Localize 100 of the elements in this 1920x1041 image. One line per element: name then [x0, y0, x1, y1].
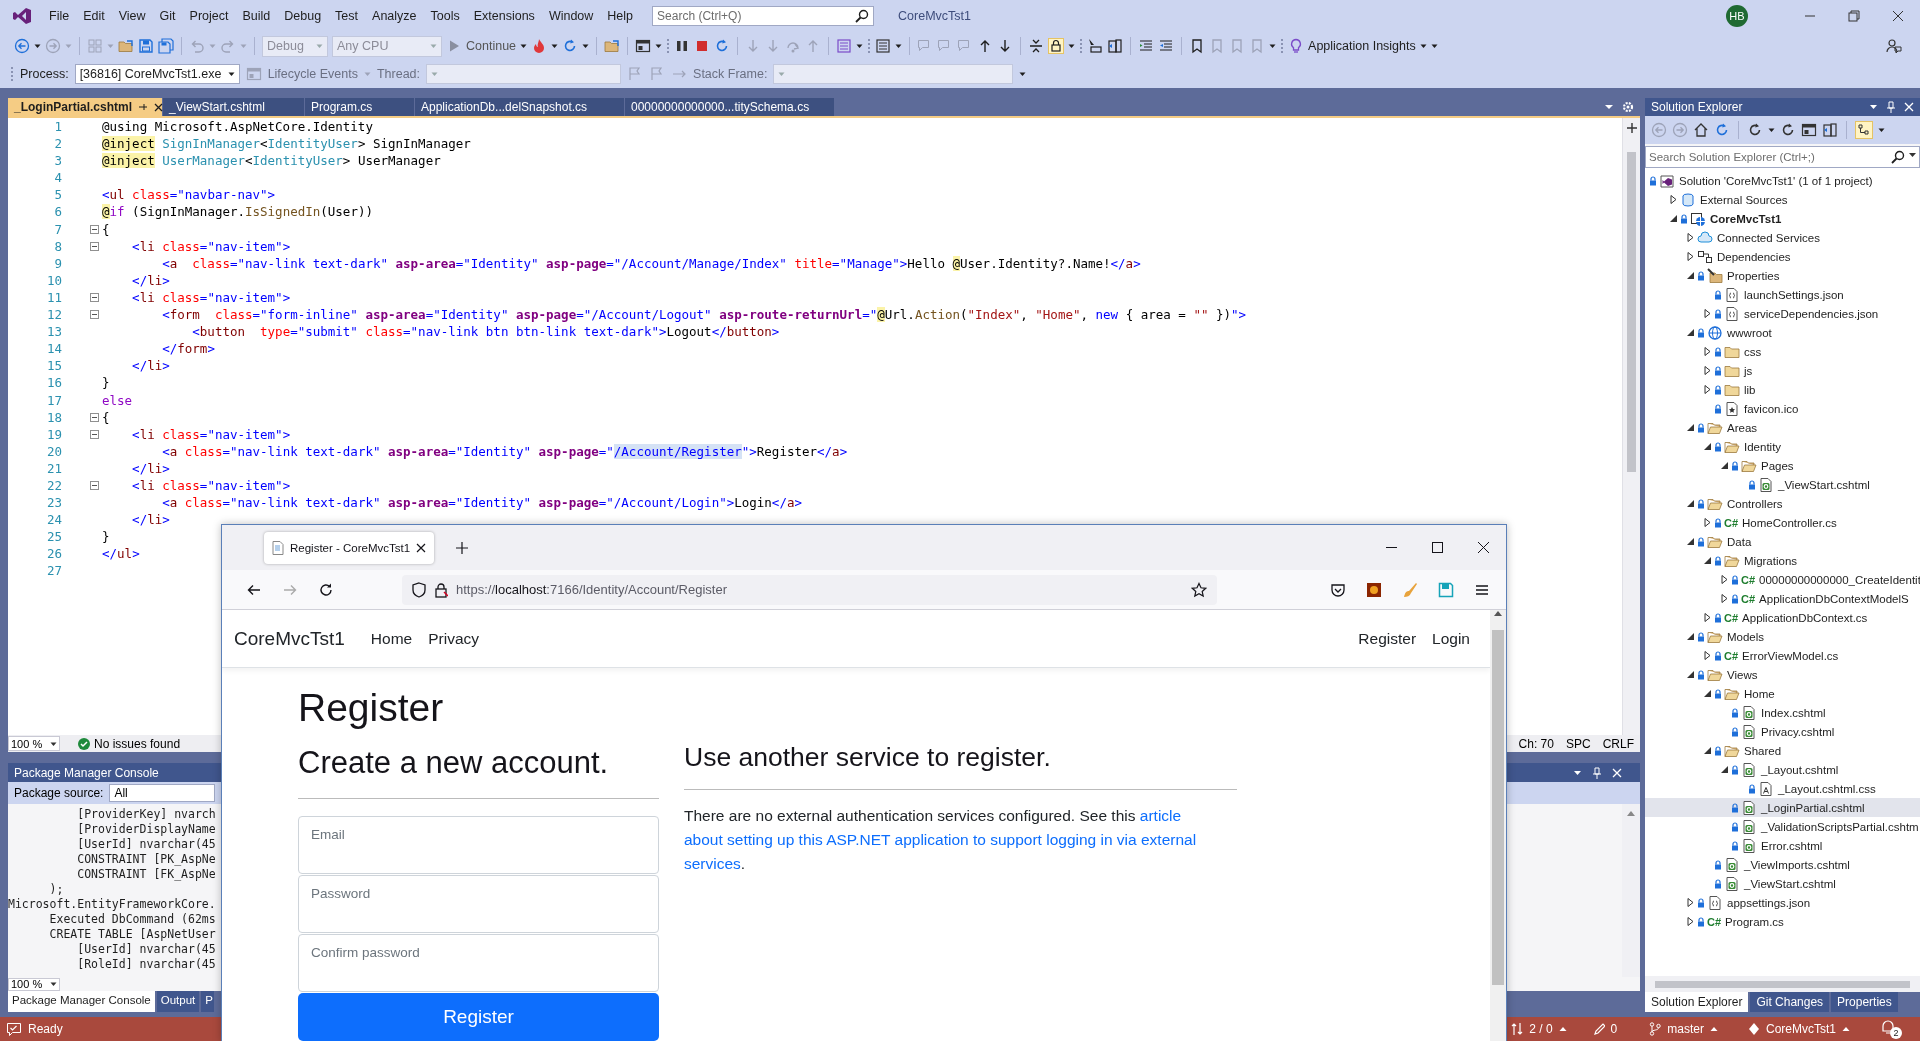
expanded-arrow-icon[interactable]: [1702, 746, 1712, 755]
search-icon[interactable]: [1891, 150, 1905, 164]
save-all-icon[interactable]: [158, 38, 174, 54]
expanded-arrow-icon[interactable]: [1702, 442, 1712, 451]
tree-item[interactable]: C# ApplicationDbContext.cs: [1645, 608, 1920, 627]
line-ending[interactable]: CRLF: [1602, 736, 1634, 751]
window-icon[interactable]: [635, 38, 652, 54]
menu-item[interactable]: Window: [541, 6, 601, 26]
zoom-dropdown[interactable]: 100 %: [8, 736, 60, 751]
tree-item[interactable]: C# HomeController.cs: [1645, 513, 1920, 532]
tree-item[interactable]: C# 00000000000000_CreateIdentit: [1645, 570, 1920, 589]
search-field[interactable]: Search (Ctrl+Q): [652, 6, 875, 26]
collapsed-arrow-icon[interactable]: [1685, 917, 1695, 926]
repository-name[interactable]: CoreMvcTst1: [1766, 1022, 1836, 1036]
document-tab[interactable]: Program.cs: [305, 98, 415, 116]
menu-item[interactable]: Tools: [423, 6, 467, 26]
package-source-dropdown[interactable]: All: [109, 784, 216, 802]
tree-item[interactable]: Home: [1645, 684, 1920, 703]
tree-item[interactable]: External Sources: [1645, 190, 1920, 209]
panel-tab[interactable]: Properties: [1831, 992, 1898, 1012]
caret-icon[interactable]: [1908, 150, 1917, 160]
expanded-arrow-icon[interactable]: [1685, 423, 1695, 432]
tree-view-icon[interactable]: [1855, 121, 1873, 139]
tree-item[interactable]: _ValidationScriptsPartial.cshtm: [1645, 817, 1920, 836]
collapsed-arrow-icon[interactable]: [1719, 594, 1729, 603]
collapsed-arrow-icon[interactable]: [1685, 252, 1695, 261]
nav-link[interactable]: Home: [362, 629, 421, 648]
caret-icon[interactable]: [1869, 102, 1878, 112]
collapse-icon[interactable]: [90, 241, 99, 251]
collapse-icon[interactable]: [90, 412, 99, 422]
tree-item[interactable]: Properties: [1645, 266, 1920, 285]
tree-item[interactable]: C# ApplicationDbContextModelS: [1645, 589, 1920, 608]
status-item[interactable]: 0: [1610, 1022, 1618, 1036]
panel-tab[interactable]: Git Changes: [1750, 992, 1830, 1012]
tree-item[interactable]: C# ErrorViewModel.cs: [1645, 646, 1920, 665]
insights-button[interactable]: Application Insights: [1308, 39, 1416, 53]
expanded-arrow-icon[interactable]: [1685, 670, 1695, 679]
tree-item[interactable]: serviceDependencies.json: [1645, 304, 1920, 323]
outdent-icon[interactable]: [1158, 38, 1175, 54]
tree-item[interactable]: favicon.ico: [1645, 399, 1920, 418]
tree-item[interactable]: Identity: [1645, 437, 1920, 456]
menu-item[interactable]: Extensions: [466, 6, 542, 26]
close-icon[interactable]: [154, 102, 164, 112]
expanded-arrow-icon[interactable]: [1685, 632, 1695, 641]
pin-icon[interactable]: [138, 102, 149, 112]
feedback-icon[interactable]: [1886, 38, 1902, 54]
collapse-icon[interactable]: [90, 481, 99, 490]
tree-item[interactable]: lib: [1645, 380, 1920, 399]
panel-tab[interactable]: P: [201, 991, 214, 1012]
arrow-up-icon[interactable]: [1494, 610, 1502, 616]
branch-name[interactable]: master: [1667, 1022, 1704, 1036]
panel-tab[interactable]: Package Manager Console: [8, 991, 155, 1012]
article-link[interactable]: article: [1139, 807, 1182, 824]
save-icon[interactable]: [1438, 581, 1454, 598]
collapsed-arrow-icon[interactable]: [1702, 518, 1712, 527]
collapse-icon[interactable]: [90, 310, 99, 320]
tree-item[interactable]: Dependencies: [1645, 247, 1920, 266]
collapsed-arrow-icon[interactable]: [1702, 651, 1712, 660]
status-item[interactable]: 2 / 0: [1529, 1022, 1553, 1036]
document-tab[interactable]: _ViewStart.cshtml: [163, 98, 305, 116]
close-icon[interactable]: [416, 542, 427, 553]
restart-icon[interactable]: [1714, 122, 1730, 138]
tree-item[interactable]: Data: [1645, 532, 1920, 551]
process-dropdown[interactable]: [36816] CoreMvcTst1.exe: [74, 64, 240, 84]
sync-arrows-icon[interactable]: [1511, 1021, 1524, 1037]
brand-link[interactable]: CoreMvcTst1: [234, 627, 345, 650]
scrollbar[interactable]: [1622, 804, 1640, 977]
bookmark-star-icon[interactable]: [1191, 581, 1207, 598]
tree-item[interactable]: Views: [1645, 665, 1920, 684]
menu-item[interactable]: Analyze: [365, 6, 424, 26]
menu-item[interactable]: Edit: [76, 6, 112, 26]
scrollbar[interactable]: [1645, 976, 1920, 992]
tree-item[interactable]: _ViewStart.cshtml: [1645, 874, 1920, 893]
expanded-arrow-icon[interactable]: [1702, 556, 1712, 565]
address-bar[interactable]: https://localhost:7166/Identity/Account/Register: [402, 574, 1217, 605]
tree-item[interactable]: C# Program.cs: [1645, 912, 1920, 931]
tree-item[interactable]: Connected Services: [1645, 228, 1920, 247]
menu-item[interactable]: Test: [328, 6, 366, 26]
save-icon[interactable]: [138, 38, 154, 54]
document-tab[interactable]: ApplicationDb...delSnapshot.cs: [415, 98, 625, 116]
menu-item[interactable]: Help: [600, 6, 641, 26]
input-field[interactable]: Confirm password: [298, 934, 659, 992]
collapsed-arrow-icon[interactable]: [1668, 195, 1678, 204]
branch-icon[interactable]: [1649, 1021, 1662, 1037]
menu-item[interactable]: Git: [152, 6, 183, 26]
expanded-arrow-icon[interactable]: [1685, 271, 1695, 280]
diamond-icon[interactable]: [1748, 1021, 1760, 1037]
folder-icon[interactable]: [604, 38, 621, 54]
tree-item[interactable]: js: [1645, 361, 1920, 380]
close-icon[interactable]: [1477, 542, 1489, 553]
register-button[interactable]: Register: [298, 993, 659, 1041]
split-icon[interactable]: [1625, 122, 1638, 134]
collapsed-arrow-icon[interactable]: [1702, 366, 1712, 375]
pencil-icon[interactable]: [1592, 1021, 1605, 1037]
tree-item[interactable]: CoreMvcTst1: [1645, 209, 1920, 228]
browser-tab[interactable]: Register - CoreMvcTst1: [264, 531, 435, 564]
tree-item[interactable]: Controllers: [1645, 494, 1920, 513]
tree-item[interactable]: launchSettings.json: [1645, 285, 1920, 304]
tree-item[interactable]: _Layout.cshtml: [1645, 760, 1920, 779]
new-tab-icon[interactable]: [456, 541, 469, 554]
